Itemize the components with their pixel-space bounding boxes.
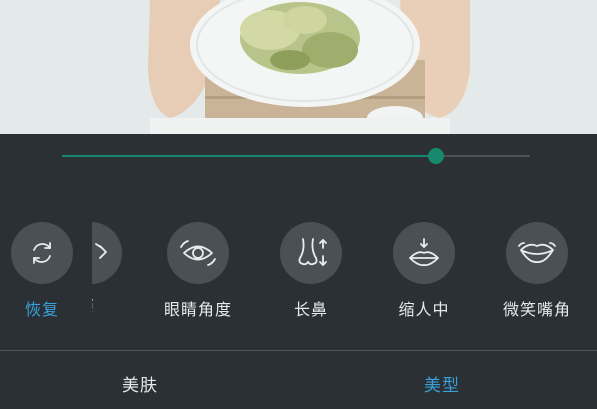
tab-skin[interactable]: 美肤: [122, 371, 158, 396]
tool-strip: 恢复 距 眼睛角度: [0, 222, 597, 319]
eye-angle-icon[interactable]: [167, 222, 229, 284]
tool-smile-corners[interactable]: 微笑嘴角: [487, 222, 587, 320]
intensity-slider[interactable]: [62, 148, 530, 164]
tool-label: 恢复: [24, 300, 59, 319]
tool-label: 眼睛角度: [163, 300, 232, 319]
bottom-tabs: 美肤 美型: [0, 351, 597, 409]
tool-label: 距: [92, 293, 94, 312]
photo-preview: [0, 0, 597, 134]
nose-icon[interactable]: [280, 222, 342, 284]
slider-fill: [62, 155, 436, 157]
distance-icon[interactable]: [92, 222, 122, 284]
refresh-icon[interactable]: [11, 222, 73, 284]
tab-reshape[interactable]: 美型: [424, 371, 460, 396]
edit-panel: 恢复 距 眼睛角度: [0, 134, 597, 409]
tool-label: 长鼻: [293, 300, 328, 319]
tool-eye-distance-partial[interactable]: 距: [92, 222, 122, 312]
tool-restore[interactable]: 恢复: [0, 222, 92, 320]
tool-label: 缩人中: [398, 300, 450, 319]
tool-eye-angle[interactable]: 眼睛角度: [148, 222, 248, 320]
slider-thumb[interactable]: [428, 148, 444, 164]
tool-shrink-philtrum[interactable]: 缩人中: [374, 222, 474, 320]
tool-label: 微笑嘴角: [502, 300, 571, 319]
smile-lips-icon[interactable]: [506, 222, 568, 284]
tool-long-nose[interactable]: 长鼻: [261, 222, 361, 320]
philtrum-icon[interactable]: [393, 222, 455, 284]
